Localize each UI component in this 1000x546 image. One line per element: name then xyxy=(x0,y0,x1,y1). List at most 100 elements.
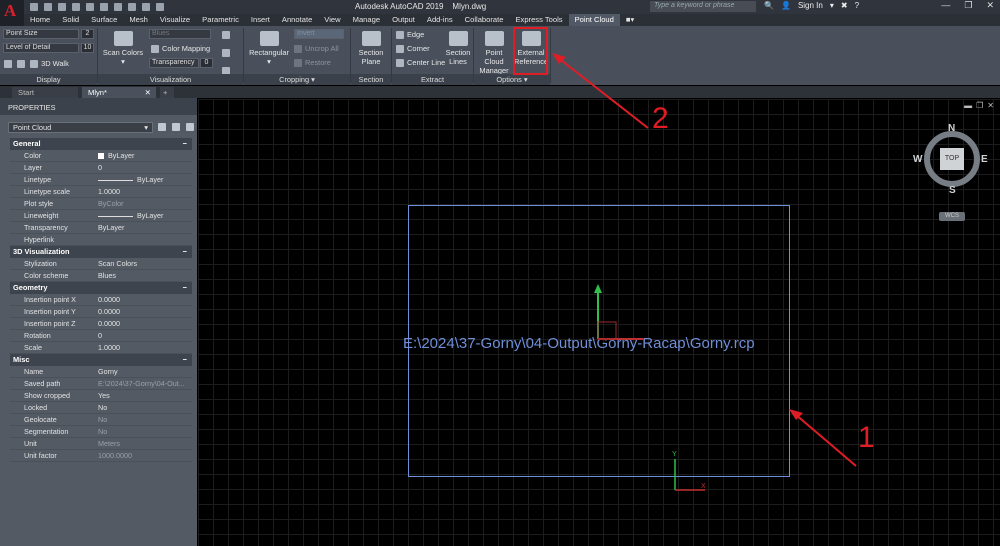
property-row[interactable]: Segmentation No xyxy=(10,426,192,438)
level-of-detail-field[interactable]: Level of Detail xyxy=(3,43,79,53)
tab-surface[interactable]: Surface xyxy=(85,14,123,26)
tab-visualize[interactable]: Visualize xyxy=(154,14,196,26)
property-row[interactable]: Show cropped Yes xyxy=(10,390,192,402)
doc-tab-mlyn[interactable]: Mlyn* ✕ xyxy=(82,87,156,98)
collapse-icon[interactable]: − xyxy=(183,354,187,366)
property-value[interactable]: Gorny xyxy=(98,366,192,377)
property-value[interactable]: ByLayer xyxy=(98,150,192,161)
maximize-icon[interactable]: ❐ xyxy=(964,0,972,11)
pencil-icon[interactable] xyxy=(222,31,230,40)
compass-south[interactable]: S xyxy=(949,185,956,196)
property-value[interactable]: ByLayer xyxy=(98,174,192,185)
toggle-pickadd-icon[interactable] xyxy=(158,123,166,131)
section-lines-button[interactable]: Section Lines xyxy=(443,31,473,66)
property-value[interactable] xyxy=(98,234,192,245)
center-line-button[interactable]: Center Line xyxy=(396,58,445,68)
save-icon[interactable] xyxy=(58,3,66,11)
tab-parametric[interactable]: Parametric xyxy=(196,14,245,26)
property-value[interactable]: 0 xyxy=(98,330,192,341)
tab-point-cloud[interactable]: Point Cloud xyxy=(568,14,620,26)
property-value[interactable]: 0.0000 xyxy=(98,306,192,317)
transparency-field[interactable]: Transparency xyxy=(149,58,199,68)
tab-insert[interactable]: Insert xyxy=(245,14,276,26)
property-value[interactable]: Blues xyxy=(98,270,192,281)
tab-output[interactable]: Output xyxy=(386,14,421,26)
app-menu-button[interactable]: A xyxy=(0,0,24,28)
tab-home[interactable]: Home xyxy=(24,14,56,26)
property-row[interactable]: Lineweight ByLayer xyxy=(10,210,192,222)
select-objects-icon[interactable] xyxy=(172,123,180,131)
property-value[interactable]: 1.0000 xyxy=(98,342,192,353)
collapse-icon[interactable]: − xyxy=(183,246,187,258)
tab-mesh[interactable]: Mesh xyxy=(123,14,154,26)
scan-colors-button[interactable]: Scan Colors ▾ xyxy=(102,31,144,66)
drawing-viewport[interactable]: ▬ ❐ ✕ E:\2024\37-Gorny\04-Output\Gorny-R… xyxy=(198,99,1000,546)
point-cloud-manager-button[interactable]: Point Cloud Manager xyxy=(475,31,513,75)
property-row[interactable]: Locked No xyxy=(10,402,192,414)
help-icon[interactable]: ? xyxy=(855,1,859,10)
property-row[interactable]: Insertion point Y 0.0000 xyxy=(10,306,192,318)
property-value[interactable]: No xyxy=(98,426,192,437)
compass-west[interactable]: W xyxy=(913,154,922,165)
property-row[interactable]: Name Gorny xyxy=(10,366,192,378)
edge-button[interactable]: Edge xyxy=(396,30,424,40)
property-row[interactable]: Unit Meters xyxy=(10,438,192,450)
property-row[interactable]: Insertion point X 0.0000 xyxy=(10,294,192,306)
open-icon[interactable] xyxy=(44,3,52,11)
web-mobile-icon[interactable] xyxy=(86,3,94,11)
property-value[interactable]: 0 xyxy=(98,162,192,173)
point-size-field[interactable]: Point Size xyxy=(3,29,79,39)
redo-icon[interactable] xyxy=(128,3,136,11)
doc-tab-start[interactable]: Start xyxy=(12,87,78,98)
property-value[interactable]: ByColor xyxy=(98,198,192,209)
property-row[interactable]: Linetype ByLayer xyxy=(10,174,192,186)
property-row[interactable]: Hyperlink xyxy=(10,234,192,246)
property-value[interactable]: E:\2024\37-Gorny\04-Out... xyxy=(98,378,192,389)
property-value[interactable]: 1000.0000 xyxy=(98,450,192,461)
property-row[interactable]: Scale 1.0000 xyxy=(10,342,192,354)
property-value[interactable]: No xyxy=(98,402,192,413)
close-icon[interactable]: ✕ xyxy=(986,0,994,11)
new-tab-icon[interactable]: + xyxy=(160,87,174,98)
panel-options-label[interactable]: Options ▾ xyxy=(474,74,550,85)
tab-add-ins[interactable]: Add-ins xyxy=(421,14,459,26)
property-value[interactable]: No xyxy=(98,414,192,425)
cube-icon[interactable] xyxy=(4,60,12,69)
panel-cropping-label[interactable]: Cropping ▾ xyxy=(244,74,350,85)
property-value[interactable]: 0.0000 xyxy=(98,294,192,305)
new-icon[interactable] xyxy=(30,3,38,11)
restore-button[interactable]: Restore xyxy=(294,58,331,68)
search-icon[interactable]: 🔍 xyxy=(764,1,774,10)
compass-north[interactable]: N xyxy=(948,123,955,134)
compass-east[interactable]: E xyxy=(981,154,988,165)
undo-icon[interactable] xyxy=(114,3,122,11)
property-value[interactable]: ByLayer xyxy=(98,210,192,221)
property-row[interactable]: Geolocate No xyxy=(10,414,192,426)
viewcube-top-face[interactable]: TOP xyxy=(940,148,964,170)
tab-express-tools[interactable]: Express Tools xyxy=(509,14,568,26)
panel-extract-label[interactable]: Extract xyxy=(392,74,473,85)
wcs-menu[interactable]: WCS xyxy=(939,212,965,221)
orbit-icon[interactable] xyxy=(17,60,26,69)
property-row[interactable]: Color scheme Blues xyxy=(10,270,192,282)
panel-section-label[interactable]: Section xyxy=(351,74,391,85)
property-value[interactable]: Scan Colors xyxy=(98,258,192,269)
tab-annotate[interactable]: Annotate xyxy=(276,14,318,26)
section-plane-button[interactable]: Section Plane xyxy=(354,31,388,66)
property-row[interactable]: Plot style ByColor xyxy=(10,198,192,210)
minimize-icon[interactable]: — xyxy=(941,0,950,11)
tab-view[interactable]: View xyxy=(318,14,346,26)
property-value[interactable]: ByLayer xyxy=(98,222,192,233)
corner-button[interactable]: Corner xyxy=(396,44,430,54)
property-value[interactable]: Meters xyxy=(98,438,192,449)
workspace-icon[interactable] xyxy=(142,3,150,11)
invert-button[interactable]: Invert xyxy=(294,29,344,39)
collapse-icon[interactable]: − xyxy=(183,282,187,294)
tab-overflow-icon[interactable]: ■▾ xyxy=(620,14,640,26)
property-row[interactable]: Unit factor 1000.0000 xyxy=(10,450,192,462)
level-of-detail-value[interactable]: 10 xyxy=(81,43,94,53)
color-mapping-button[interactable]: Color Mapping xyxy=(151,44,210,54)
uncrop-all-button[interactable]: Uncrop All xyxy=(294,44,339,54)
user-icon[interactable]: 👤 xyxy=(781,1,791,10)
property-row[interactable]: Insertion point Z 0.0000 xyxy=(10,318,192,330)
